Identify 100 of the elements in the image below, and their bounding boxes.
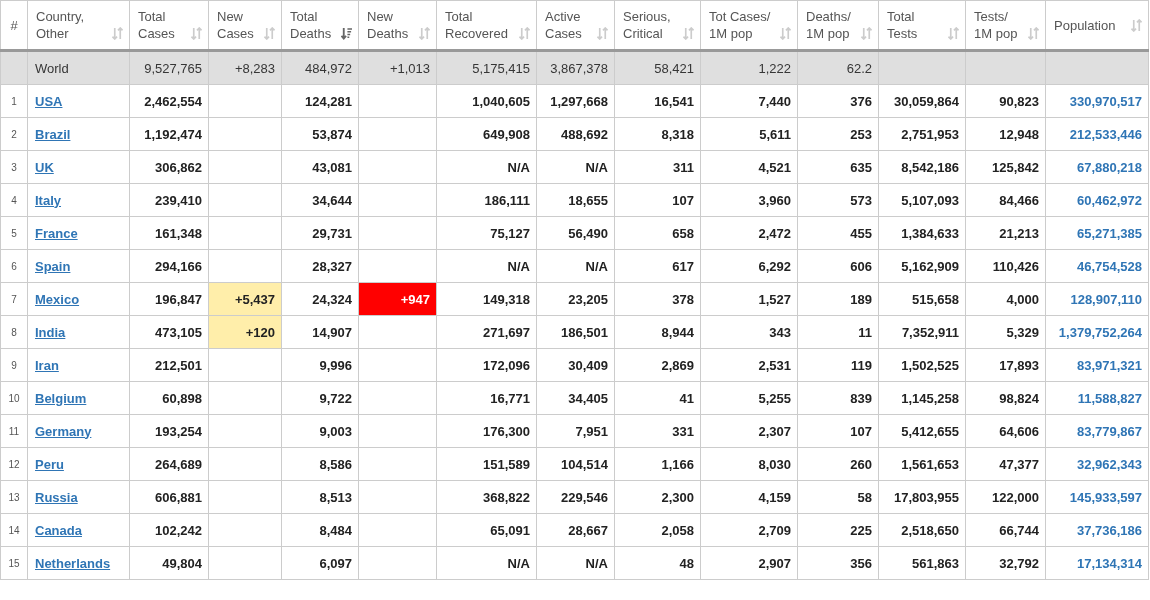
table-cell: N/A: [585, 258, 608, 274]
sort-icon[interactable]: [1028, 27, 1039, 40]
table-cell: 294,166: [155, 258, 202, 274]
table-cell: 83,779,867: [1076, 423, 1142, 439]
rank-number: 13: [8, 491, 20, 503]
table-cell: 104,514: [561, 456, 608, 472]
column-header[interactable]: #: [10, 16, 18, 34]
table-cell: +120: [245, 324, 275, 340]
country-link[interactable]: Italy: [35, 192, 61, 208]
table-cell: 2,058: [661, 522, 694, 538]
sort-icon[interactable]: [1131, 18, 1142, 32]
sort-icon[interactable]: [519, 27, 530, 40]
table-cell: 1,379,752,264: [1058, 324, 1142, 340]
table-cell: 3,960: [758, 192, 791, 208]
sort-icon[interactable]: [264, 27, 275, 40]
table-cell: 212,501: [155, 357, 202, 373]
table-cell: 64,606: [999, 423, 1039, 439]
table-cell: 37,736,186: [1076, 522, 1142, 538]
table-cell: 30,059,864: [893, 93, 959, 109]
sort-descending-icon[interactable]: [341, 27, 352, 40]
table-cell: N/A: [507, 555, 530, 571]
table-cell: N/A: [585, 555, 608, 571]
table-cell: 24,324: [312, 291, 352, 307]
table-cell: 5,329: [1006, 324, 1039, 340]
table-cell: 34,405: [568, 390, 608, 406]
table-cell: 4,159: [758, 489, 791, 505]
table-cell: 343: [769, 324, 791, 340]
table-cell: 11: [858, 324, 872, 340]
table-cell: 6,097: [319, 555, 352, 571]
rank-number: 15: [8, 557, 20, 569]
table-cell: 2,709: [758, 522, 791, 538]
table-cell: 5,412,655: [901, 423, 959, 439]
table-cell: 110,426: [992, 258, 1039, 274]
table-cell: 6,292: [758, 258, 791, 274]
table-cell: 5,175,415: [472, 60, 530, 76]
rank-number: 5: [11, 227, 17, 239]
country-link[interactable]: Peru: [35, 456, 64, 472]
sort-icon[interactable]: [191, 27, 202, 40]
country-link[interactable]: Spain: [35, 258, 71, 274]
table-cell: 124,281: [305, 93, 352, 109]
sort-icon[interactable]: [861, 27, 872, 40]
sort-icon[interactable]: [419, 27, 430, 40]
table-cell: 128,907,110: [1070, 291, 1142, 307]
country-link[interactable]: Iran: [35, 357, 59, 373]
table-cell: +947: [400, 291, 430, 307]
table-cell: 2,300: [661, 489, 694, 505]
table-cell: 9,003: [319, 423, 352, 439]
table-cell: 176,300: [483, 423, 530, 439]
country-link[interactable]: Brazil: [35, 126, 71, 142]
table-cell: 32,792: [999, 555, 1039, 571]
sort-icon[interactable]: [948, 27, 959, 40]
table-cell: 17,803,955: [893, 489, 959, 505]
table-cell: 7,352,911: [901, 324, 959, 340]
table-cell: 2,472: [758, 225, 791, 241]
table-cell: 488,692: [561, 126, 608, 142]
table-cell: 8,030: [758, 456, 791, 472]
country-link[interactable]: France: [35, 225, 78, 241]
country-link[interactable]: Russia: [35, 489, 78, 505]
table-cell: 8,542,186: [901, 159, 959, 175]
table-cell: 1,040,605: [472, 93, 530, 109]
table-cell: 62.2: [846, 60, 872, 76]
table-cell: 107: [672, 192, 694, 208]
table-cell: 49,804: [162, 555, 202, 571]
sort-icon[interactable]: [780, 27, 791, 40]
table-cell: 271,697: [483, 324, 530, 340]
sort-icon[interactable]: [683, 27, 694, 40]
table-cell: 14,907: [312, 324, 352, 340]
rank-number: 10: [8, 392, 20, 404]
table-cell: 7,951: [575, 423, 608, 439]
table-cell: 43,081: [312, 159, 352, 175]
table-cell: 356: [850, 555, 872, 571]
rank-number: 8: [11, 326, 17, 338]
country-link[interactable]: USA: [35, 93, 63, 109]
table-cell: 17,134,314: [1076, 555, 1142, 571]
table-cell: 8,586: [319, 456, 352, 472]
table-cell: 119: [851, 357, 872, 373]
table-cell: 1,502,525: [901, 357, 959, 373]
rank-number: 9: [11, 359, 17, 371]
table-cell: 260: [850, 456, 872, 472]
table-cell: 212,533,446: [1069, 126, 1142, 142]
country-link[interactable]: India: [35, 324, 66, 340]
table-cell: 8,513: [319, 489, 352, 505]
table-cell: 84,466: [999, 192, 1039, 208]
table-cell: +5,437: [234, 291, 275, 307]
table-cell: 1,222: [758, 60, 791, 76]
table-cell: 2,751,953: [901, 126, 959, 142]
country-name: World: [35, 60, 69, 76]
table-cell: 839: [850, 390, 872, 406]
sort-icon[interactable]: [597, 27, 608, 40]
table-cell: 1,145,258: [901, 390, 959, 406]
rank-number: 11: [8, 425, 20, 437]
sort-icon[interactable]: [112, 27, 123, 40]
table-cell: 98,824: [999, 390, 1039, 406]
table-cell: 1,561,653: [901, 456, 959, 472]
table-cell: 2,307: [758, 423, 791, 439]
table-cell: 1,166: [661, 456, 694, 472]
table-cell: 28,327: [312, 258, 352, 274]
country-link[interactable]: UK: [35, 159, 54, 175]
table-cell: 34,644: [312, 192, 352, 208]
table-cell: 189: [850, 291, 872, 307]
